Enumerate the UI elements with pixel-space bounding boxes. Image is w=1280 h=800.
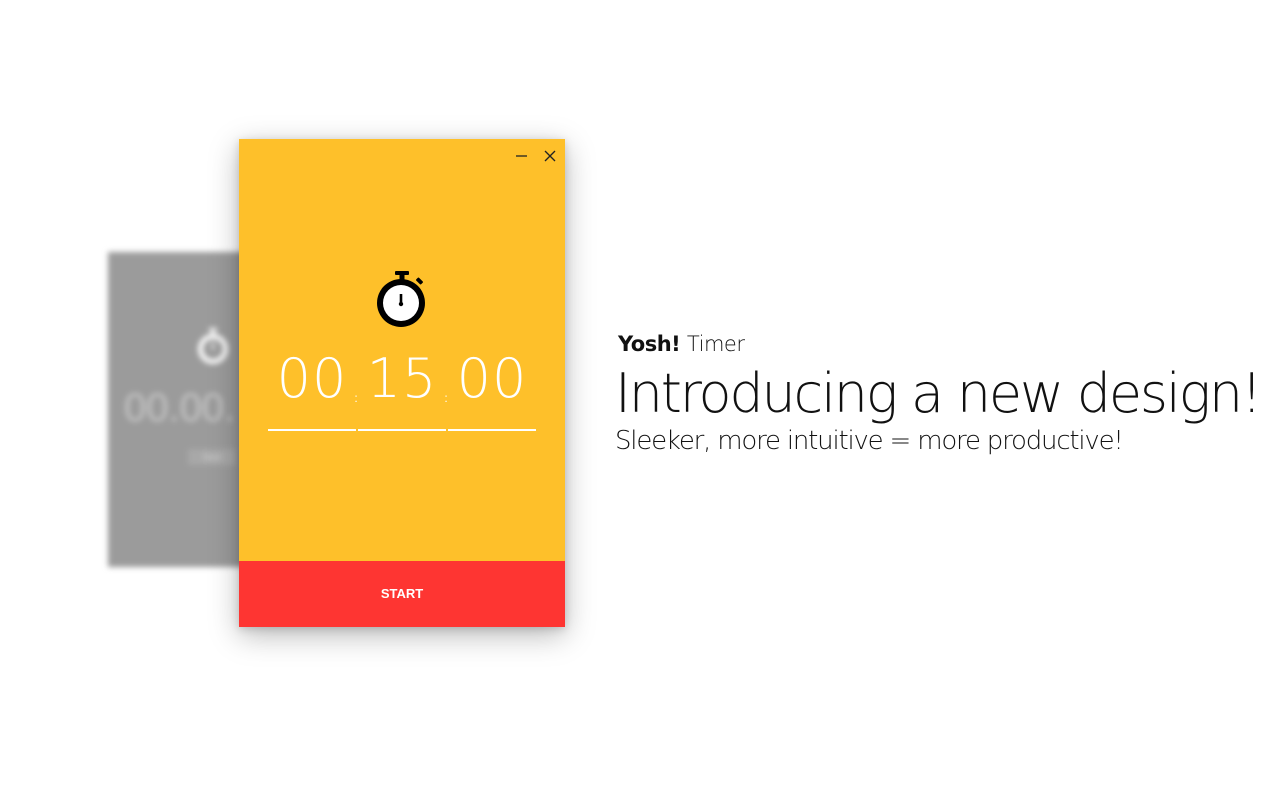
brand-name: Yosh! xyxy=(618,332,681,356)
headline: Introducing a new design! xyxy=(615,362,1263,425)
minutes-field[interactable]: 15 xyxy=(358,347,446,431)
start-button[interactable]: START xyxy=(239,561,565,627)
brand-product: Timer xyxy=(686,332,745,356)
hours-value: 00 xyxy=(276,347,348,410)
time-input-row: 00 : 15 : 00 xyxy=(268,347,536,431)
close-button[interactable] xyxy=(541,147,559,165)
old-time-display: 00.00. xyxy=(124,386,236,430)
old-stopwatch-icon xyxy=(198,328,228,364)
timer-window: 00 : 15 : 00 START xyxy=(239,139,565,627)
seconds-field[interactable]: 00 xyxy=(448,347,536,431)
stopwatch-icon xyxy=(377,271,425,327)
minimize-icon xyxy=(516,155,527,157)
subheadline: Sleeker, more intuitive = more productiv… xyxy=(615,426,1124,456)
brand-title: Yosh! Timer xyxy=(618,332,745,356)
old-start-button: Start xyxy=(188,449,236,465)
promo-stage: 00.00. Start 00 : 15: 00 START Yosh! Ti… xyxy=(0,0,1280,800)
hours-field[interactable]: 00 xyxy=(268,347,356,431)
minutes-value: 15 xyxy=(366,347,438,410)
seconds-value: 00 xyxy=(456,347,528,410)
minimize-button[interactable] xyxy=(513,147,531,165)
close-icon xyxy=(544,150,556,162)
